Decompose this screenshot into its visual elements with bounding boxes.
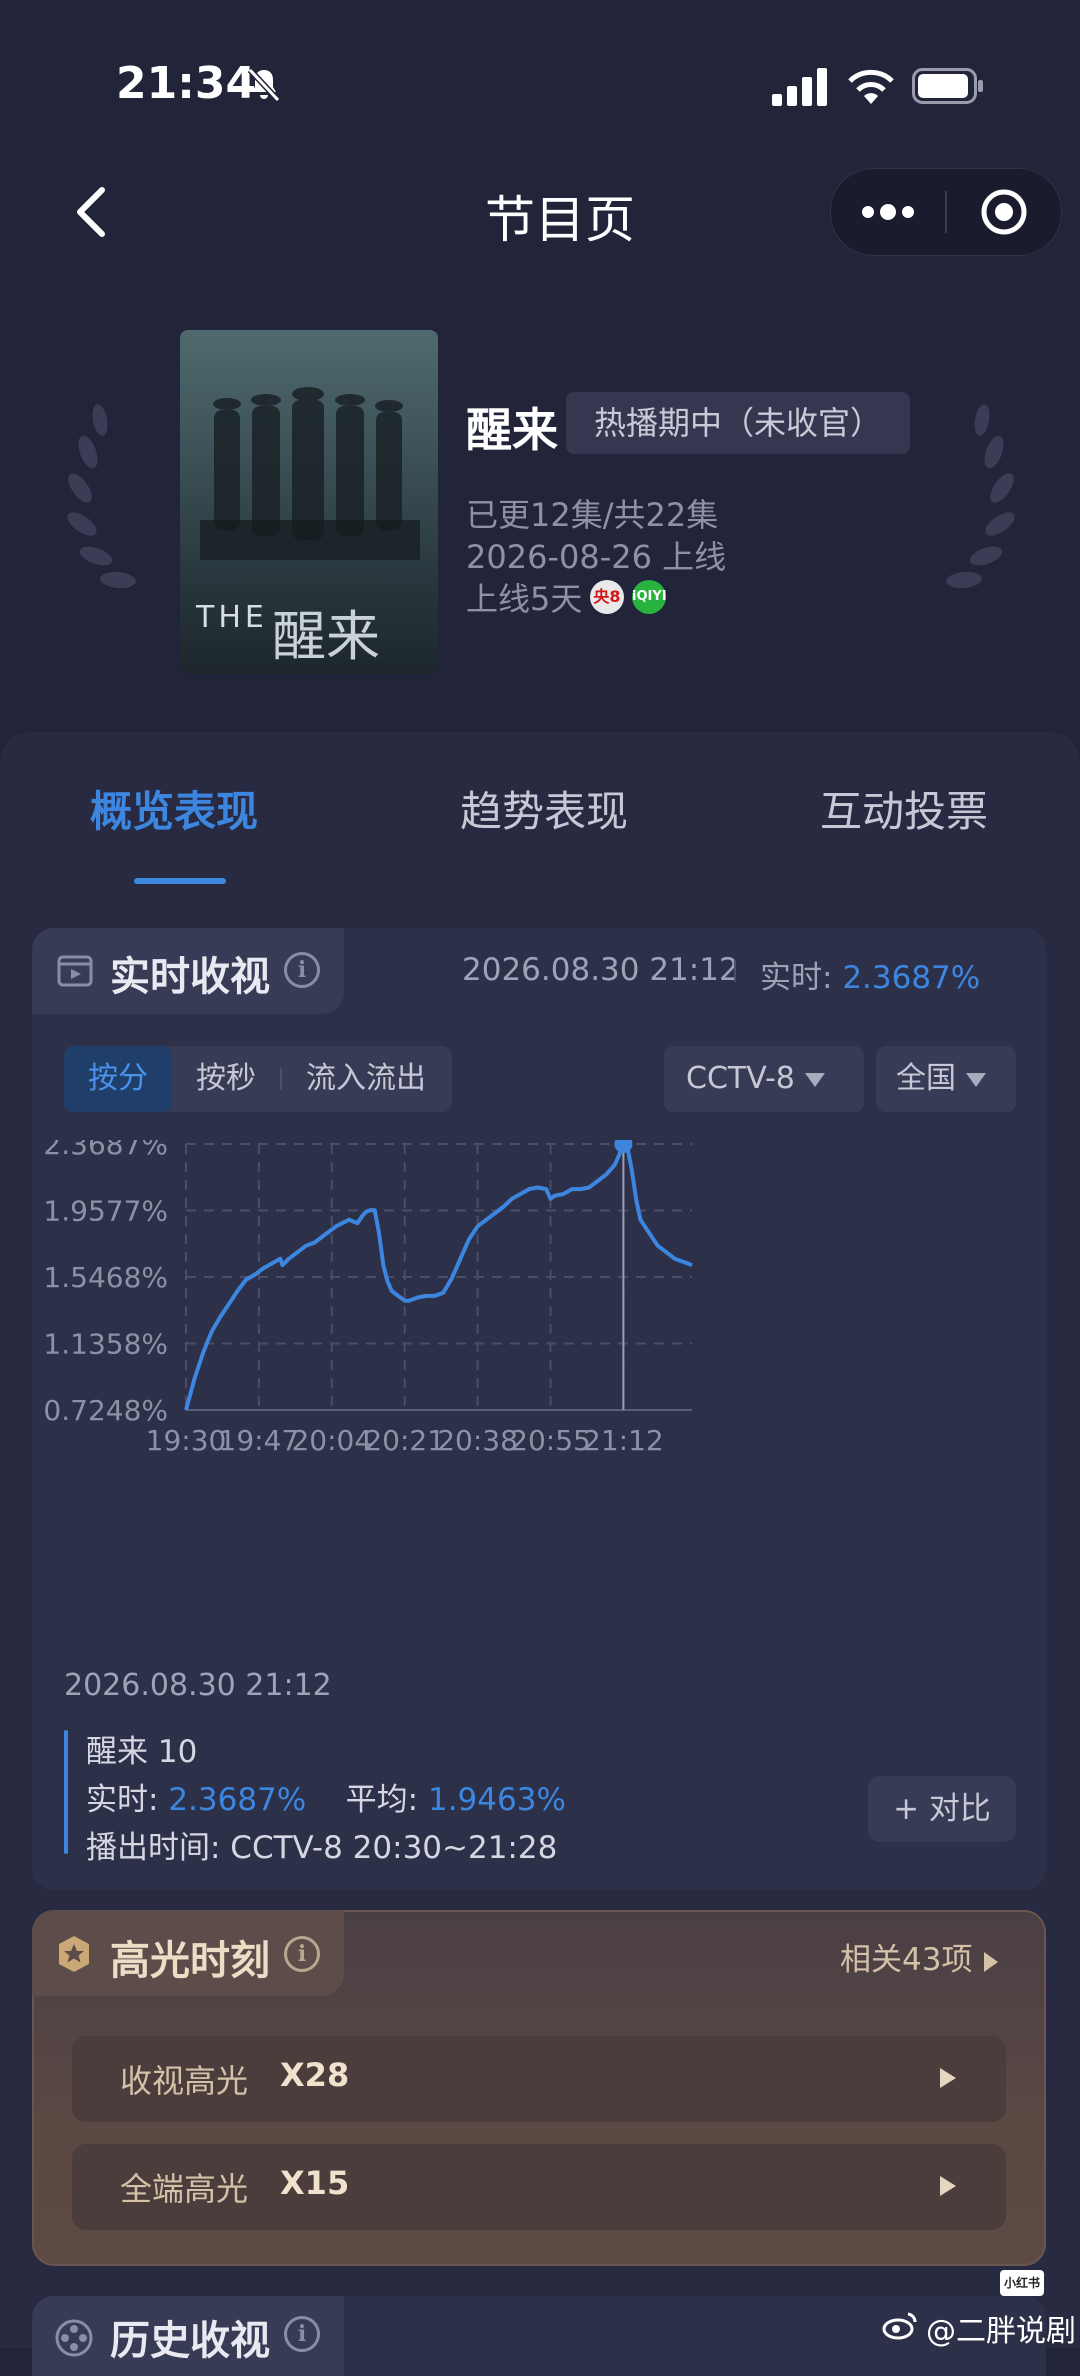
granularity-segmented-control: 按分 按秒 流入流出 — [64, 1046, 452, 1112]
segment-by-second[interactable]: 按秒 — [172, 1046, 280, 1112]
caret-down-icon — [966, 1072, 986, 1087]
y-tick-label: 0.7248% — [43, 1394, 168, 1427]
film-reel-icon — [55, 2319, 93, 2357]
divider — [734, 960, 736, 982]
highlight-row-allplatform[interactable]: 全端高光 X15 — [72, 2144, 1006, 2230]
status-badge: 热播期中（未收官） — [566, 392, 911, 454]
channel-dropdown-value: CCTV-8 — [686, 1061, 795, 1096]
status-time: 21:34 — [116, 58, 257, 109]
highlights-related-link[interactable]: 相关43项 — [840, 1934, 999, 1979]
play-arrow-icon — [940, 2068, 956, 2088]
x-tick-label: 20:55 — [510, 1424, 591, 1457]
segment-flow[interactable]: 流入流出 — [280, 1046, 452, 1112]
show-title: 醒来 — [466, 403, 558, 457]
realtime-label: 实时: — [760, 960, 833, 996]
poster-calligraphy: 醒来 — [272, 605, 380, 668]
realtime-title: 实时收视 — [110, 954, 270, 1000]
realtime-line-chart[interactable]: 2.3687% 1.9577% 1.5468% 1.1358% 0.7248%19:30… — [40, 1140, 1000, 1640]
highlight-label: 收视高光 — [120, 2062, 249, 2100]
episode-count: 已更12集/共22集 — [466, 496, 719, 534]
x-tick-label: 21:12 — [583, 1424, 664, 1457]
highlight-count: X28 — [280, 2056, 350, 2094]
y-tick-label: 1.1358% — [43, 1327, 168, 1360]
cctv8-logo-icon: 央8 — [590, 580, 624, 614]
compare-button[interactable]: + 对比 — [868, 1776, 1016, 1842]
x-tick-label: 19:47 — [219, 1424, 300, 1457]
battery-icon — [912, 68, 983, 104]
wifi-icon — [848, 69, 894, 104]
x-tick-label: 20:04 — [291, 1424, 372, 1457]
summary-average-label: 平均: — [345, 1782, 419, 1818]
summary-realtime-label: 实时: — [86, 1782, 159, 1818]
star-badge-icon — [59, 1936, 89, 1972]
realtime-value: 2.3687% — [842, 960, 981, 996]
info-icon[interactable]: i — [284, 1936, 320, 1972]
close-button[interactable] — [947, 169, 1061, 255]
x-tick-label: 19:30 — [146, 1424, 227, 1457]
tab-overview[interactable]: 概览表现 — [90, 778, 258, 839]
target-close-icon — [981, 189, 1027, 235]
x-tick-label: 20:38 — [437, 1424, 518, 1457]
play-arrow-icon — [940, 2176, 956, 2196]
y-tick-label: 1.9577% — [43, 1195, 168, 1228]
info-icon[interactable]: i — [284, 2316, 320, 2352]
realtime-readout: 实时: 2.3687% — [760, 952, 980, 997]
summary-date: 2026.08.30 21:12 — [64, 1668, 332, 1703]
caret-down-icon — [804, 1072, 825, 1087]
channel-dropdown[interactable]: CCTV-8 — [664, 1046, 864, 1112]
laurel-left-icon — [67, 404, 136, 589]
tab-indicator — [134, 878, 226, 884]
highlight-count: X15 — [280, 2164, 350, 2202]
show-poster[interactable]: THE 醒来 — [180, 330, 438, 674]
summary-realtime-value: 2.3687% — [168, 1782, 307, 1818]
highlight-label: 全端高光 — [120, 2170, 249, 2208]
laurel-right-icon — [946, 404, 1015, 589]
watermark-badge: 小红书 — [1000, 2270, 1044, 2296]
summary-average-value: 1.9463% — [427, 1782, 566, 1818]
premiere-date: 2026-08-26 上线 — [466, 538, 727, 576]
realtime-timestamp: 2026.08.30 21:12 — [462, 952, 739, 988]
segment-by-minute[interactable]: 按分 — [64, 1046, 172, 1112]
iqiyi-logo-icon: iQIYI — [632, 580, 667, 614]
history-title: 历史收视 — [110, 2318, 270, 2364]
status-bar: 21:34 — [0, 0, 1080, 170]
watermark-handle: @二胖说剧 — [926, 2314, 1076, 2349]
summary-accent-bar — [64, 1730, 68, 1854]
region-dropdown-value: 全国 — [896, 1061, 956, 1096]
summary-program: 醒来 10 — [86, 1734, 198, 1770]
summary-airtime: 播出时间: CCTV-8 20:30~21:28 — [86, 1830, 558, 1866]
highlight-row-ratings[interactable]: 收视高光 X28 — [72, 2036, 1006, 2122]
highlights-related-count: 相关43项 — [840, 1942, 973, 1978]
tab-trend[interactable]: 趋势表现 — [460, 778, 628, 839]
summary-values: 实时: 2.3687% 平均: 1.9463% — [86, 1774, 566, 1819]
x-tick-label: 20:21 — [364, 1424, 445, 1457]
bell-muted-icon — [247, 67, 281, 103]
play-arrow-icon — [984, 1951, 999, 1972]
signal-icon — [772, 68, 827, 106]
poster-caption: THE — [196, 600, 268, 635]
more-button[interactable] — [831, 169, 945, 255]
more-dots-icon — [862, 204, 914, 220]
days-online: 上线5天 — [466, 580, 583, 618]
info-icon[interactable]: i — [284, 952, 320, 988]
mini-program-capsule — [830, 168, 1062, 256]
tv-play-icon — [57, 955, 93, 987]
tab-vote[interactable]: 互动投票 — [820, 778, 988, 839]
region-dropdown[interactable]: 全国 — [876, 1046, 1016, 1112]
y-tick-label: 1.5468% — [43, 1261, 168, 1294]
y-tick-label: 2.3687% — [43, 1140, 168, 1161]
highlights-title: 高光时刻 — [110, 1938, 270, 1984]
poster-figures — [200, 387, 420, 560]
weibo-logo-icon — [882, 2312, 917, 2340]
